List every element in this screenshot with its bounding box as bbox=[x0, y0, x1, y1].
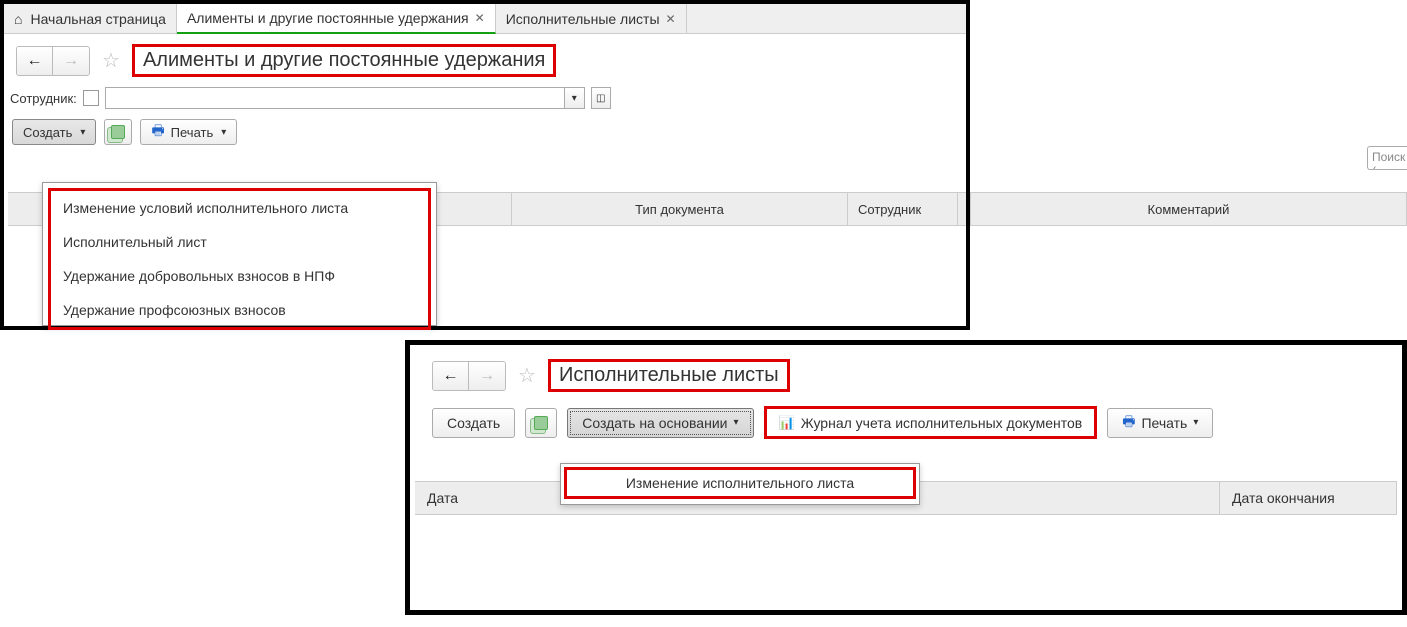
menu-item-change-writ-label: Изменение исполнительного листа bbox=[626, 475, 854, 491]
print-button-label: Печать bbox=[171, 125, 214, 140]
tab-bar: ⌂ Начальная страница Алименты и другие п… bbox=[4, 4, 966, 34]
nav-buttons: ← → bbox=[16, 46, 90, 76]
employee-select-open-button[interactable]: ◫ bbox=[591, 87, 611, 109]
create-dropdown: Изменение условий исполнительного листа … bbox=[42, 182, 437, 326]
employee-select-wrap: ▾ ◫ bbox=[105, 87, 611, 109]
grid-header-comment[interactable]: Комментарий bbox=[971, 193, 1407, 225]
toolbar: Создать Создать на основании ▾ 📊 Журнал … bbox=[410, 398, 1402, 445]
create-button[interactable]: Создать bbox=[432, 408, 515, 438]
close-icon[interactable]: ✕ bbox=[475, 11, 485, 25]
grid-header-employee[interactable]: Сотрудник bbox=[848, 193, 958, 225]
grid-header-end-date[interactable]: Дата окончания bbox=[1220, 482, 1397, 514]
back-button[interactable]: ← bbox=[17, 47, 53, 75]
employee-select-input[interactable] bbox=[105, 87, 565, 109]
print-button-label: Печать bbox=[1141, 415, 1187, 431]
search-placeholder: Поиск ( bbox=[1372, 150, 1405, 170]
grid-header-date-label: Дата bbox=[427, 490, 458, 506]
forward-button[interactable]: → bbox=[469, 362, 505, 390]
tab-home-label: Начальная страница bbox=[30, 11, 165, 27]
favorite-star-icon[interactable]: ☆ bbox=[518, 363, 536, 388]
grid-header-type[interactable]: Тип документа bbox=[512, 193, 848, 225]
create-button-label: Создать bbox=[447, 415, 500, 431]
arrow-right-icon: → bbox=[63, 52, 79, 70]
create-dropdown-highlight: Изменение условий исполнительного листа … bbox=[48, 188, 431, 330]
journal-button-label: Журнал учета исполнительных документов bbox=[801, 415, 1083, 431]
employee-filter-label: Сотрудник: bbox=[10, 91, 77, 106]
chevron-down-icon: ▾ bbox=[1193, 417, 1198, 428]
forward-button[interactable]: → bbox=[53, 47, 89, 75]
menu-item-voluntary-npf[interactable]: Удержание добровольных взносов в НПФ bbox=[51, 259, 428, 293]
print-button[interactable]: 🖶 Печать ▾ bbox=[1107, 408, 1213, 438]
journal-button[interactable]: 📊 Журнал учета исполнительных документов bbox=[764, 406, 1098, 439]
toolbar: Создать ▾ 🖶 Печать ▾ bbox=[4, 117, 966, 151]
menu-item-change-writ[interactable]: Изменение исполнительного листа bbox=[564, 467, 916, 499]
nav-buttons: ← → bbox=[432, 361, 506, 391]
print-icon: 🖶 bbox=[151, 120, 164, 144]
arrow-left-icon: ← bbox=[443, 367, 459, 385]
page-title: Алименты и другие постоянные удержания bbox=[132, 44, 556, 77]
arrow-left-icon: ← bbox=[27, 52, 43, 70]
chevron-down-icon: ▾ bbox=[733, 417, 738, 428]
employee-select-dropdown-button[interactable]: ▾ bbox=[565, 87, 585, 109]
tab-alimony[interactable]: Алименты и другие постоянные удержания ✕ bbox=[177, 4, 496, 34]
tab-home[interactable]: ⌂ Начальная страница bbox=[4, 4, 177, 33]
copy-button[interactable] bbox=[525, 408, 557, 438]
employee-filter-row: Сотрудник: ▾ ◫ bbox=[4, 83, 966, 117]
grid-header-employee-label: Сотрудник bbox=[858, 202, 921, 217]
grid-header-comment-wrap: Комментарий bbox=[970, 192, 1407, 226]
create-based-on-button[interactable]: Создать на основании ▾ bbox=[567, 408, 753, 438]
copy-button[interactable] bbox=[104, 119, 132, 145]
menu-item-union-dues[interactable]: Удержание профсоюзных взносов bbox=[51, 293, 428, 327]
tab-writs[interactable]: Исполнительные листы ✕ bbox=[496, 4, 687, 33]
grid-header-end-date-label: Дата окончания bbox=[1232, 490, 1335, 506]
employee-filter-checkbox[interactable] bbox=[83, 90, 99, 106]
nav-row: ← → ☆ Алименты и другие постоянные удерж… bbox=[4, 34, 966, 83]
arrow-right-icon: → bbox=[479, 367, 495, 385]
create-based-on-label: Создать на основании bbox=[582, 415, 727, 431]
grid-header-type-label: Тип документа bbox=[635, 202, 724, 217]
create-button[interactable]: Создать ▾ bbox=[12, 119, 96, 145]
menu-item-change-writ-conditions[interactable]: Изменение условий исполнительного листа bbox=[51, 191, 428, 225]
copy-icon bbox=[111, 125, 125, 139]
menu-item-writ[interactable]: Исполнительный лист bbox=[51, 225, 428, 259]
chevron-down-icon: ▾ bbox=[80, 127, 85, 138]
page-title: Исполнительные листы bbox=[548, 359, 790, 392]
close-icon[interactable]: ✕ bbox=[666, 12, 676, 26]
tab-alimony-label: Алименты и другие постоянные удержания bbox=[187, 10, 469, 26]
chevron-down-icon: ▾ bbox=[221, 127, 226, 138]
print-button[interactable]: 🖶 Печать ▾ bbox=[140, 119, 237, 145]
create-button-label: Создать bbox=[23, 125, 72, 140]
grid-header-comment-label: Комментарий bbox=[1148, 202, 1230, 217]
tab-writs-label: Исполнительные листы bbox=[506, 11, 660, 27]
nav-row: ← → ☆ Исполнительные листы bbox=[410, 345, 1402, 398]
writs-panel: ← → ☆ Исполнительные листы Создать Созда… bbox=[405, 340, 1407, 615]
chart-icon: 📊 bbox=[779, 415, 795, 431]
favorite-star-icon[interactable]: ☆ bbox=[102, 48, 120, 73]
back-button[interactable]: ← bbox=[433, 362, 469, 390]
home-icon: ⌂ bbox=[14, 11, 22, 27]
print-icon: 🖶 bbox=[1122, 411, 1135, 435]
search-input[interactable]: Поиск ( bbox=[1367, 146, 1407, 170]
copy-icon bbox=[534, 416, 548, 430]
alimony-panel: ⌂ Начальная страница Алименты и другие п… bbox=[0, 0, 970, 330]
create-based-on-dropdown: Изменение исполнительного листа bbox=[560, 463, 920, 505]
